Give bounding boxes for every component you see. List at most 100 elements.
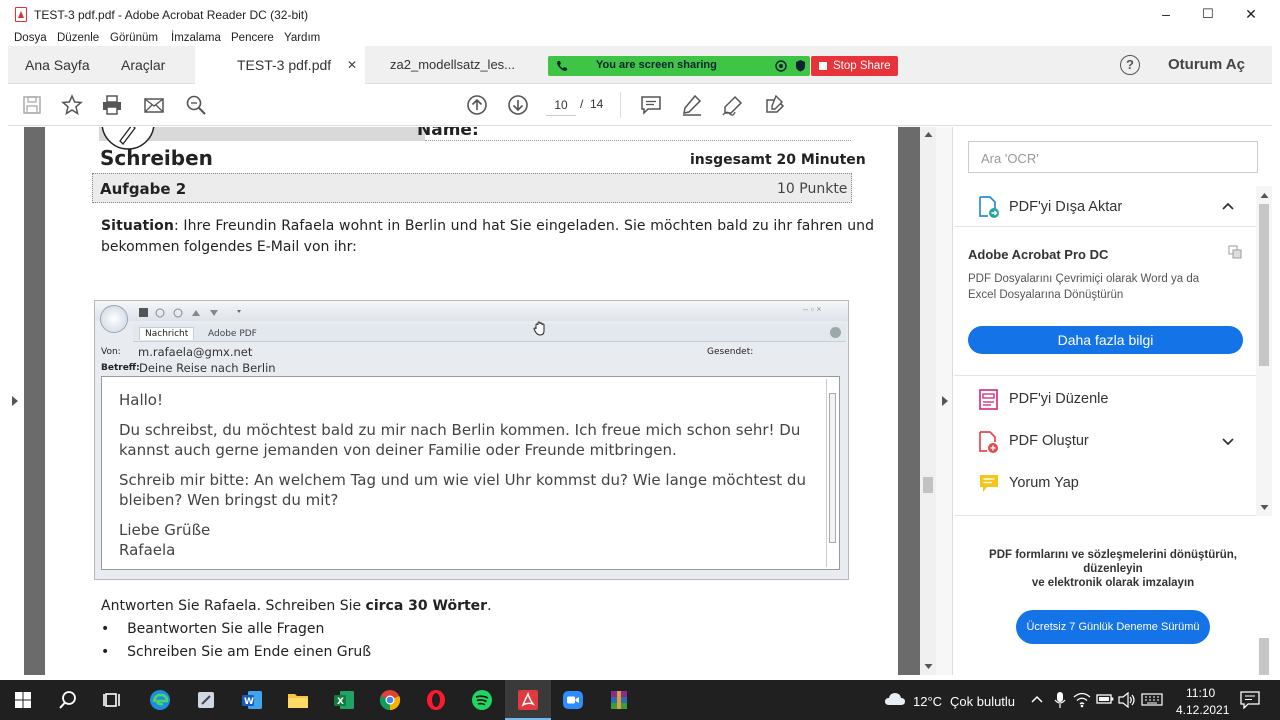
network-icon[interactable] — [1073, 692, 1091, 708]
create-pdf-item[interactable]: PDF Oluştur — [954, 427, 1256, 459]
opera-icon[interactable] — [424, 688, 448, 712]
email-from-label: Von: — [101, 347, 121, 357]
email-greeting: Hallo! — [119, 391, 163, 409]
spotify-icon[interactable] — [470, 688, 494, 712]
tab-home[interactable]: Ana Sayfa — [25, 46, 105, 84]
close-button[interactable]: ✕ — [1241, 6, 1261, 24]
microphone-icon[interactable] — [1054, 691, 1066, 709]
panel-divider-2 — [954, 515, 1256, 516]
task-bar: Aufgabe 2 10 Punkte — [92, 173, 852, 203]
tray-chevron-up-icon[interactable] — [1031, 695, 1043, 703]
tools-search-input[interactable]: Ara 'OCR' — [968, 141, 1258, 173]
expand-left-panel-icon[interactable] — [11, 395, 19, 407]
bullet-1: • Beantworten Sie alle Fragen — [101, 621, 325, 637]
footer-scroll-thumb[interactable] — [1259, 638, 1269, 675]
menu-sign[interactable]: İmzalama — [171, 32, 221, 44]
tools-scroll-thumb[interactable] — [1259, 204, 1269, 366]
menu-view[interactable]: Görünüm — [110, 32, 158, 44]
winrar-icon[interactable] — [607, 688, 631, 712]
fill-sign-icon[interactable] — [763, 93, 787, 117]
export-pdf-item[interactable]: PDF'yi Dışa Aktar — [954, 187, 1256, 227]
tab-document-label: TEST-3 pdf.pdf — [237, 57, 332, 73]
menu-help[interactable]: Yardım — [284, 32, 320, 44]
tab-document-za2[interactable]: za2_modellsatz_les... — [390, 46, 540, 84]
word-icon[interactable]: W — [240, 688, 264, 712]
acrobat-taskbar-button[interactable] — [505, 680, 551, 720]
office-button-icon — [100, 305, 128, 333]
page-number-input[interactable]: 10 — [546, 94, 576, 116]
phone-icon — [557, 61, 567, 71]
notifications-icon[interactable] — [1240, 691, 1260, 709]
highlight-pen-icon[interactable] — [680, 93, 704, 117]
more-info-button[interactable]: Daha fazla bilgi — [968, 326, 1243, 354]
tools-scroll-down-icon[interactable] — [1260, 504, 1269, 511]
maximize-button[interactable]: ☐ — [1198, 6, 1218, 24]
acrobat-icon — [518, 690, 538, 710]
mail-icon[interactable] — [142, 93, 166, 117]
collapse-right-panel-icon[interactable] — [941, 395, 949, 407]
pdf-page: Name: Schreiben insgesamt 20 Minuten Auf… — [45, 127, 898, 675]
star-icon[interactable] — [60, 93, 84, 117]
edit-pdf-item[interactable]: PDF'yi Düzenle — [954, 385, 1256, 417]
tab-document-test3[interactable]: TEST-3 pdf.pdf ✕ — [195, 46, 365, 84]
page-total: 14 — [590, 97, 604, 111]
app-icon[interactable] — [194, 688, 218, 712]
save-icon[interactable] — [20, 93, 44, 117]
page-down-icon[interactable] — [506, 93, 530, 117]
stop-share-button[interactable]: Stop Share — [811, 56, 898, 76]
comment-item[interactable]: Yorum Yap — [954, 469, 1256, 501]
chevron-down-icon[interactable] — [1222, 438, 1234, 446]
help-button[interactable]: ? — [1120, 55, 1140, 75]
document-viewport[interactable]: Name: Schreiben insgesamt 20 Minuten Auf… — [24, 127, 920, 675]
toolbar-divider — [620, 92, 621, 118]
copy-icon[interactable] — [1228, 245, 1242, 259]
name-label: Name: — [417, 127, 479, 140]
minimize-button[interactable]: – — [1156, 6, 1176, 24]
scroll-thumb[interactable] — [923, 477, 933, 493]
weather-cloud-icon[interactable] — [884, 691, 906, 707]
tools-pane-scrollbar[interactable] — [1256, 186, 1272, 516]
free-trial-button[interactable]: Ücretsiz 7 Günlük Deneme Sürümü — [1016, 610, 1210, 644]
tab-close-icon[interactable]: ✕ — [347, 46, 357, 84]
windows-start-icon[interactable] — [11, 688, 35, 712]
search-icon[interactable] — [56, 688, 80, 712]
volume-icon[interactable] — [1118, 692, 1136, 708]
email-subject: Deine Reise nach Berlin — [139, 361, 276, 375]
promo-text-1: PDF Dosyalarını Çevrimiçi olarak Word ya… — [968, 273, 1200, 285]
weather-temp[interactable]: 12°C — [913, 694, 942, 709]
excel-icon[interactable]: X — [332, 688, 356, 712]
chrome-icon[interactable] — [378, 688, 402, 712]
footer-scrollbar[interactable] — [1256, 516, 1272, 675]
tools-scroll-up-icon[interactable] — [1260, 192, 1269, 199]
svg-text:W: W — [244, 697, 254, 707]
sign-pen-icon[interactable] — [721, 93, 745, 117]
weather-desc[interactable]: Çok bulutlu — [950, 694, 1015, 709]
file-explorer-icon[interactable] — [286, 688, 310, 712]
battery-icon[interactable] — [1096, 693, 1114, 705]
bullet-2: • Schreiben Sie am Ende einen Gruß — [101, 644, 372, 660]
print-icon[interactable] — [100, 93, 124, 117]
keyboard-icon[interactable] — [1141, 693, 1163, 706]
comment-icon[interactable] — [639, 93, 663, 117]
scroll-up-icon[interactable] — [924, 131, 933, 138]
situation-line-1: Situation: Ihre Freundin Rafaela wohnt i… — [101, 218, 874, 234]
menu-file[interactable]: Dosya — [14, 32, 47, 44]
right-panel-collapser[interactable] — [936, 127, 953, 675]
email-window-image: – ▫ × Nachricht Adobe PDF Von: m.rafaela… — [94, 300, 849, 580]
zoom-icon[interactable] — [561, 688, 585, 712]
chevron-up-icon[interactable] — [1222, 202, 1234, 210]
tab-tools[interactable]: Araçlar — [121, 46, 191, 84]
document-scrollbar[interactable] — [920, 127, 936, 675]
email-tab-message: Nachricht — [139, 327, 195, 340]
task-view-icon[interactable] — [101, 688, 125, 712]
clock-time[interactable]: 11:10 — [1186, 686, 1215, 700]
edge-icon[interactable] — [148, 688, 172, 712]
zoom-search-icon[interactable] — [184, 93, 208, 117]
scroll-down-icon[interactable] — [924, 663, 933, 670]
panel-divider — [954, 375, 1256, 376]
menu-window[interactable]: Pencere — [231, 32, 274, 44]
menu-edit[interactable]: Düzenle — [57, 32, 99, 44]
clock-date[interactable]: 4.12.2021 — [1176, 703, 1229, 717]
signin-button[interactable]: Oturum Aç — [1168, 56, 1245, 73]
page-up-icon[interactable] — [465, 93, 489, 117]
